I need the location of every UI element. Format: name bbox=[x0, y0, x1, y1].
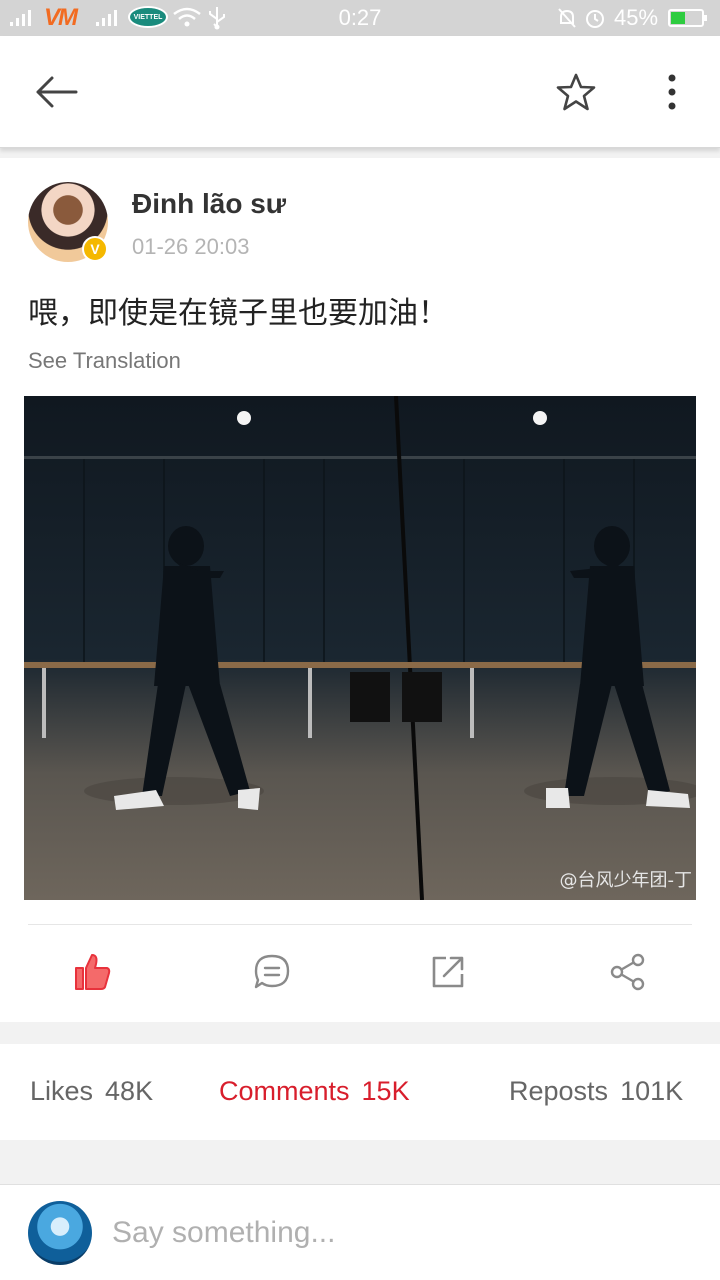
reposts-label: Reposts bbox=[509, 1076, 609, 1106]
likes-tab[interactable]: Likes 48K bbox=[30, 1076, 153, 1107]
favorite-button[interactable] bbox=[544, 60, 608, 124]
comments-count: 15K bbox=[361, 1076, 410, 1106]
comments-label: Comments bbox=[219, 1076, 350, 1106]
likes-label: Likes bbox=[30, 1076, 94, 1106]
like-button[interactable] bbox=[60, 944, 124, 1000]
image-watermark: @台风少年团-丁 bbox=[559, 870, 693, 891]
divider bbox=[28, 924, 692, 925]
user-avatar bbox=[28, 1201, 92, 1265]
more-vertical-icon bbox=[668, 74, 676, 110]
back-button[interactable] bbox=[24, 60, 88, 124]
thumbs-up-icon bbox=[75, 954, 111, 990]
reposts-count: 101K bbox=[620, 1076, 684, 1106]
author-name[interactable]: Đinh lão sư bbox=[132, 188, 286, 220]
share-icon bbox=[610, 953, 645, 991]
app-bar bbox=[0, 36, 720, 148]
post-timestamp: 01-26 20:03 bbox=[132, 234, 250, 259]
comment-input[interactable] bbox=[112, 1213, 692, 1253]
status-bar: VM VIETTEL 0:27 45% bbox=[0, 0, 720, 36]
page: VM VIETTEL 0:27 45% V Đinh lão sư 01-26 … bbox=[0, 0, 720, 1280]
battery-icon bbox=[668, 9, 707, 27]
stats-row: Likes 48K Comments 15K Reposts 101K bbox=[0, 1044, 720, 1140]
see-translation-link[interactable]: See Translation bbox=[28, 348, 181, 374]
comments-tab[interactable]: Comments 15K bbox=[219, 1076, 410, 1107]
status-time: 0:27 bbox=[338, 5, 382, 30]
battery-percentage: 45% bbox=[614, 5, 659, 30]
star-icon bbox=[556, 73, 596, 111]
comment-bar bbox=[0, 1184, 720, 1280]
repost-icon bbox=[432, 956, 464, 988]
dance-studio-image bbox=[24, 396, 696, 900]
share-button[interactable] bbox=[596, 944, 660, 1000]
verified-badge-icon: V bbox=[82, 236, 108, 262]
comment-icon bbox=[254, 954, 290, 989]
comment-button[interactable] bbox=[240, 944, 304, 1000]
likes-count: 48K bbox=[105, 1076, 154, 1106]
post-card: V Đinh lão sư 01-26 20:03 喂，即使是在镜子里也要加油！… bbox=[0, 158, 720, 1022]
repost-button[interactable] bbox=[416, 944, 480, 1000]
alarm-icon bbox=[586, 10, 604, 28]
post-video[interactable]: @台风少年团-丁 bbox=[24, 396, 696, 900]
silent-bell-icon bbox=[558, 8, 576, 28]
post-text: 喂，即使是在镜子里也要加油！ bbox=[28, 296, 448, 331]
reposts-tab[interactable]: Reposts 101K bbox=[509, 1076, 683, 1107]
more-options-button[interactable] bbox=[640, 60, 704, 124]
back-arrow-icon bbox=[36, 76, 78, 108]
